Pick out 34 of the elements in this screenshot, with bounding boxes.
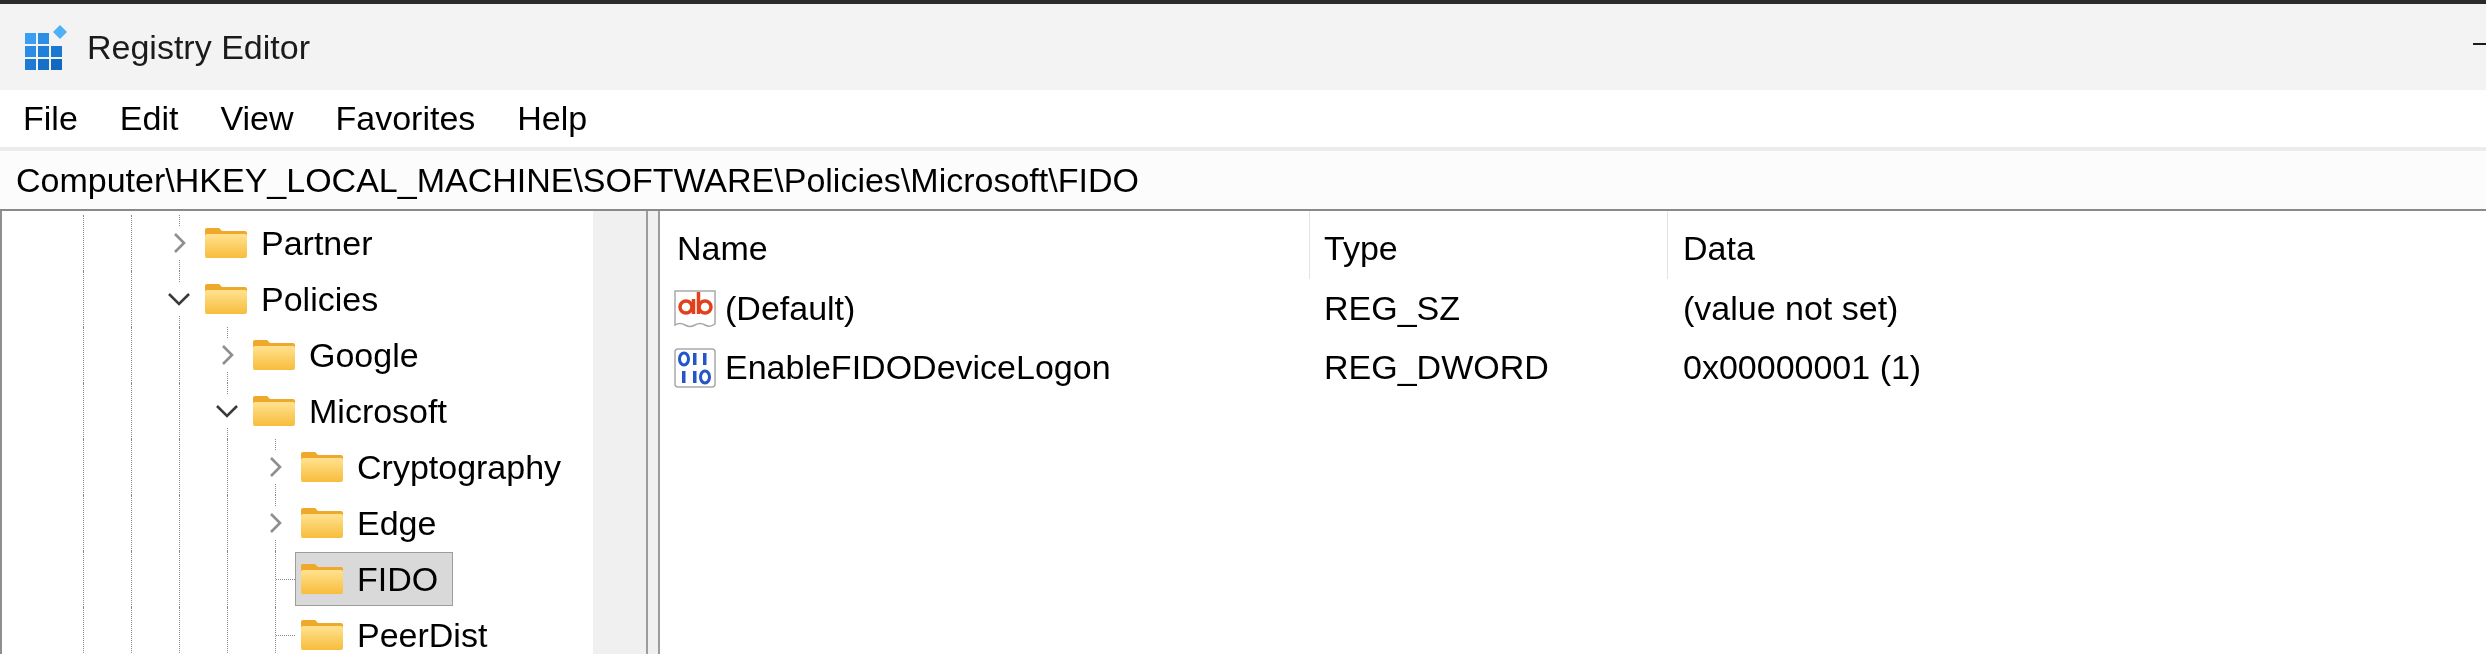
tree-item[interactable]: Google (247, 338, 434, 372)
folder-icon (204, 227, 248, 259)
chevron-icon[interactable] (215, 404, 239, 418)
string-value-icon (673, 287, 717, 330)
menu-item[interactable]: Help (507, 94, 598, 143)
value-name[interactable]: EnableFIDODeviceLogon (725, 348, 1111, 387)
folder-icon (300, 619, 344, 651)
binary-value-icon (673, 346, 717, 389)
tree-item[interactable]: Cryptography (295, 450, 577, 484)
value-name[interactable]: (Default) (725, 289, 856, 328)
folder-icon (300, 451, 344, 483)
value-type: REG_SZ (1324, 289, 1461, 328)
folder-icon (300, 563, 344, 595)
tree-item[interactable]: Partner (199, 226, 388, 260)
menu-item[interactable]: Favorites (325, 94, 486, 143)
menu-item[interactable]: File (13, 94, 88, 143)
scrollbar[interactable] (593, 211, 646, 654)
tree-item[interactable]: FIDO (295, 552, 454, 606)
folder-icon (300, 507, 344, 539)
tree-item[interactable]: Policies (199, 282, 394, 316)
value-data: (value not set) (1683, 289, 1899, 328)
value-type: REG_DWORD (1324, 348, 1549, 387)
folder-icon (204, 283, 248, 315)
tree-item[interactable]: PeerDist (295, 618, 503, 652)
registry-grid-icon (22, 24, 68, 70)
chevron-icon[interactable] (167, 292, 191, 306)
folder-icon (252, 339, 296, 371)
tree-item[interactable]: Microsoft (247, 394, 462, 428)
menu-item[interactable]: View (210, 94, 304, 143)
folder-icon (252, 395, 296, 427)
menu-item[interactable]: Edit (109, 94, 189, 143)
value-data: 0x00000001 (1) (1683, 348, 1922, 387)
window-title: Registry Editor (87, 27, 310, 67)
tree-item[interactable]: Edge (295, 506, 452, 540)
